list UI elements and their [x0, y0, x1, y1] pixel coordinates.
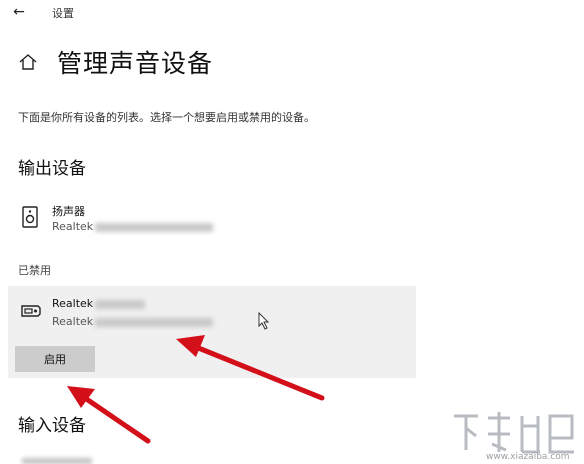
cursor-icon — [258, 312, 270, 330]
input-devices-heading: 输入设备 — [18, 416, 86, 436]
back-arrow-icon: ← — [13, 4, 25, 20]
device-realtek-name: Realtek — [52, 297, 146, 310]
disabled-section-label: 已禁用 — [18, 264, 51, 277]
output-devices-heading: 输出设备 — [18, 159, 86, 179]
blurred-text — [95, 222, 214, 232]
home-icon[interactable] — [18, 52, 38, 72]
watermark-url: www.xiazaiba.com — [486, 452, 570, 462]
page-title: 管理声音设备 — [57, 49, 214, 78]
blurred-text — [95, 317, 214, 327]
input-device-partial — [22, 458, 92, 464]
speaker-icon — [22, 206, 38, 228]
back-button[interactable]: ← — [8, 0, 30, 24]
device-speaker-subtitle: Realtek — [52, 220, 214, 233]
app-title: 设置 — [52, 7, 74, 20]
device-realtek-subtitle: Realtek — [52, 315, 214, 328]
enable-button[interactable]: 启用 — [15, 346, 95, 372]
device-speaker-name[interactable]: 扬声器 — [52, 203, 85, 219]
page-description: 下面是你所有设备的列表。选择一个想要启用或禁用的设备。 — [18, 111, 315, 124]
blurred-text — [95, 299, 146, 309]
spdif-icon — [21, 305, 41, 317]
